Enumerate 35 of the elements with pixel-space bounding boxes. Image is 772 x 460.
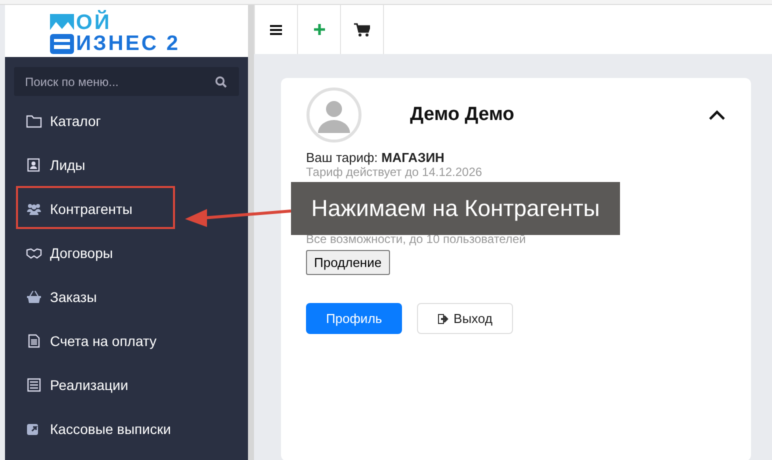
basket-icon — [26, 290, 42, 304]
tariff-text: Ваш тариф: МАГАЗИН — [306, 150, 446, 165]
tariff-detail: Тариф действует до 14.12.2026 — [306, 166, 484, 179]
renew-button[interactable]: Продление — [306, 250, 390, 275]
list-icon — [26, 378, 42, 392]
sidebar-item[interactable]: Контрагенты — [14, 187, 239, 231]
search-icon — [215, 76, 227, 88]
profile-button[interactable]: Профиль — [306, 303, 402, 334]
sidebar-item[interactable]: Кассовые выписки — [14, 407, 239, 451]
handshake-icon — [26, 246, 42, 260]
user-name: Демо Демо — [410, 104, 516, 126]
folder-icon — [26, 114, 42, 128]
logo-text: ОЙ — [76, 12, 112, 33]
sidebar-item[interactable]: Реализации — [14, 363, 239, 407]
logo-icon — [50, 14, 74, 54]
sidebar-item[interactable]: Счета на оплату — [14, 319, 239, 363]
annotation-label: Нажимаем на Контрагенты — [291, 182, 620, 235]
sidebar-item[interactable]: Каталог — [14, 99, 239, 143]
chevron-up-icon[interactable] — [709, 110, 725, 120]
contact-card-icon — [26, 158, 42, 172]
tariff-description: Все возможности, до 10 пользователей — [306, 233, 527, 246]
users-icon — [26, 202, 42, 216]
logout-icon — [438, 314, 449, 324]
menu-icon — [270, 24, 282, 34]
cart-icon — [354, 22, 370, 36]
avatar-icon — [306, 87, 362, 143]
sidebar-item[interactable]: Договоры — [14, 231, 239, 275]
plus-icon — [314, 24, 324, 35]
sidebar-item[interactable]: Лиды — [14, 143, 239, 187]
document-icon — [26, 334, 42, 348]
sidebar-item[interactable]: Заказы — [14, 275, 239, 319]
logout-button[interactable]: Выход — [417, 303, 513, 334]
menu-button[interactable] — [254, 5, 298, 54]
logo-text: ИЗНЕС 2 — [76, 33, 180, 54]
search-field[interactable]: Поиск по меню... — [14, 67, 239, 96]
